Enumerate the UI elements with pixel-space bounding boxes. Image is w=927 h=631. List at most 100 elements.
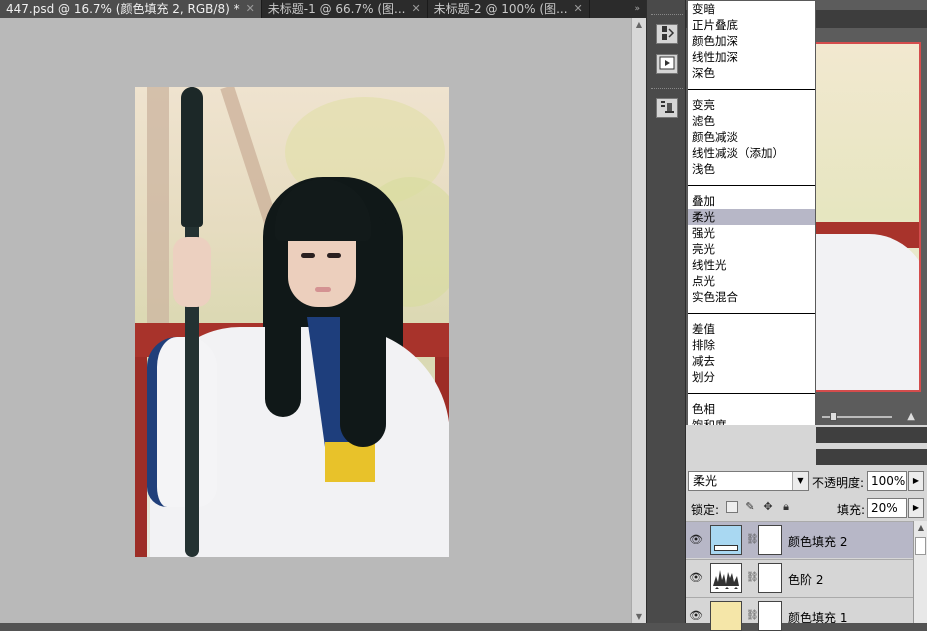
blend-mode-option[interactable]: 差值 bbox=[688, 321, 815, 337]
blend-mode-option[interactable]: 颜色减淡 bbox=[688, 129, 815, 145]
history-icon[interactable] bbox=[656, 24, 678, 44]
fill-field[interactable]: 20% bbox=[867, 498, 907, 518]
layer-name: 颜色填充 1 bbox=[788, 611, 848, 625]
scroll-down-icon[interactable]: ▼ bbox=[634, 612, 644, 621]
link-icon[interactable]: ⛓ bbox=[746, 610, 759, 621]
blend-mode-option[interactable]: 浅色 bbox=[688, 161, 815, 177]
blend-mode-option[interactable]: 线性减淡（添加） bbox=[688, 145, 815, 161]
layer-row[interactable]: 👁︎ ⛓ 颜色填充 2 bbox=[686, 521, 913, 558]
zoom-in-icon[interactable]: ▲ bbox=[907, 411, 915, 422]
navigator-zoom-slider[interactable]: ▲ bbox=[816, 410, 927, 424]
dock-grip[interactable] bbox=[651, 88, 683, 92]
blend-mode-option[interactable]: 滤色 bbox=[688, 113, 815, 129]
layer-thumbnail bbox=[710, 563, 742, 593]
layer-thumbnail bbox=[710, 601, 742, 631]
blend-mode-option[interactable]: 实色混合 bbox=[688, 289, 815, 305]
close-icon[interactable]: ✕ bbox=[411, 0, 420, 18]
layer-row[interactable]: 👁︎ ⛓ 颜色填充 1 bbox=[686, 597, 913, 631]
scrollbar-thumb[interactable] bbox=[915, 537, 926, 555]
layer-mask-thumbnail[interactable] bbox=[758, 601, 782, 631]
blend-mode-option[interactable]: 线性加深 bbox=[688, 49, 815, 65]
background-tree bbox=[147, 87, 169, 347]
layers-panel-header bbox=[816, 449, 927, 465]
blend-mode-option-selected[interactable]: 柔光 bbox=[688, 209, 815, 225]
eye-icon[interactable]: 👁︎ bbox=[688, 532, 704, 548]
blend-mode-option[interactable]: 变暗 bbox=[688, 1, 815, 17]
spear-head bbox=[181, 87, 203, 227]
fill-label: 填充: bbox=[837, 503, 866, 517]
blend-mode-option[interactable]: 色相 bbox=[688, 401, 815, 417]
slider-knob[interactable] bbox=[830, 412, 837, 421]
tab-overflow-icon[interactable]: » bbox=[634, 0, 640, 18]
lock-all-icon[interactable]: 🔒︎ bbox=[780, 501, 792, 513]
blend-mode-option[interactable]: 颜色加深 bbox=[688, 33, 815, 49]
menu-separator bbox=[688, 89, 815, 90]
eye-icon[interactable]: 👁︎ bbox=[688, 608, 704, 624]
blend-mode-option[interactable]: 深色 bbox=[688, 65, 815, 81]
tab-label: 未标题-1 @ 66.7% (图... bbox=[267, 2, 406, 16]
lock-label: 锁定: bbox=[691, 503, 720, 517]
chevron-down-icon[interactable]: ▼ bbox=[792, 472, 808, 490]
yellow-sash bbox=[325, 442, 375, 482]
menu-separator bbox=[688, 313, 815, 314]
document-tab-untitled-2[interactable]: 未标题-2 @ 100% (图... ✕ bbox=[428, 0, 590, 18]
menu-separator bbox=[688, 185, 815, 186]
eye-icon[interactable]: 👁︎ bbox=[688, 570, 704, 586]
lock-move-icon[interactable]: ✥ bbox=[762, 501, 774, 513]
document-tab-untitled-1[interactable]: 未标题-1 @ 66.7% (图... ✕ bbox=[262, 0, 428, 18]
blend-mode-option[interactable]: 变亮 bbox=[688, 97, 815, 113]
close-icon[interactable]: ✕ bbox=[246, 0, 255, 18]
blend-mode-option[interactable]: 强光 bbox=[688, 225, 815, 241]
canvas-scrollbar[interactable]: ▲ ▼ bbox=[631, 18, 646, 623]
blend-options-row: 柔光 ▼ 不透明度: 100% ▶ bbox=[686, 469, 927, 493]
close-icon[interactable]: ✕ bbox=[574, 0, 583, 18]
layers-scrollbar[interactable]: ▲ bbox=[913, 521, 927, 623]
fill-layer-icon bbox=[714, 545, 738, 551]
lips bbox=[315, 287, 331, 292]
eye bbox=[327, 253, 341, 258]
panel-header-bar bbox=[816, 427, 927, 443]
lock-brush-icon[interactable]: ✎ bbox=[744, 501, 756, 513]
tool-presets-icon[interactable] bbox=[656, 98, 678, 118]
scroll-up-icon[interactable]: ▲ bbox=[634, 20, 644, 29]
blend-mode-option[interactable]: 划分 bbox=[688, 369, 815, 385]
lock-transparency-icon[interactable] bbox=[726, 501, 738, 513]
blend-mode-option[interactable]: 亮光 bbox=[688, 241, 815, 257]
collapsed-panel-dock bbox=[646, 0, 686, 623]
document-tab-447[interactable]: 447.psd @ 16.7% (颜色填充 2, RGB/8) * ✕ bbox=[0, 0, 262, 18]
layer-mask-thumbnail[interactable] bbox=[758, 563, 782, 593]
dock-grip[interactable] bbox=[651, 14, 683, 18]
blend-mode-select[interactable]: 柔光 ▼ bbox=[688, 471, 809, 491]
levels-histogram-icon bbox=[713, 570, 739, 589]
opacity-label: 不透明度: bbox=[812, 476, 865, 490]
fill-arrow-icon[interactable]: ▶ bbox=[908, 498, 924, 518]
link-icon[interactable]: ⛓ bbox=[746, 534, 759, 545]
document-tab-bar: 447.psd @ 16.7% (颜色填充 2, RGB/8) * ✕ 未标题-… bbox=[0, 0, 646, 18]
layer-name: 色阶 2 bbox=[788, 573, 824, 587]
canvas-area[interactable] bbox=[0, 18, 631, 623]
opacity-arrow-icon[interactable]: ▶ bbox=[908, 471, 924, 491]
layer-mask-thumbnail[interactable] bbox=[758, 525, 782, 555]
document-photo[interactable] bbox=[135, 87, 449, 557]
tab-label: 447.psd @ 16.7% (颜色填充 2, RGB/8) * bbox=[6, 2, 240, 16]
lock-fill-row: 锁定: ✎ ✥ 🔒︎ 填充: 20% ▶ bbox=[686, 496, 927, 520]
blend-mode-option[interactable]: 减去 bbox=[688, 353, 815, 369]
blend-mode-option[interactable]: 排除 bbox=[688, 337, 815, 353]
blend-mode-option[interactable]: 正片叠底 bbox=[688, 17, 815, 33]
tab-label: 未标题-2 @ 100% (图... bbox=[433, 2, 568, 16]
actions-play-icon[interactable] bbox=[656, 54, 678, 74]
layer-name: 颜色填充 2 bbox=[788, 535, 848, 549]
robe-sleeve bbox=[147, 337, 217, 507]
blend-mode-option[interactable]: 叠加 bbox=[688, 193, 815, 209]
hand bbox=[173, 237, 211, 307]
layer-thumbnail bbox=[710, 525, 742, 555]
red-bench bbox=[135, 357, 147, 557]
link-icon[interactable]: ⛓ bbox=[746, 572, 759, 583]
blend-mode-option[interactable]: 线性光 bbox=[688, 257, 815, 273]
blend-mode-option[interactable]: 点光 bbox=[688, 273, 815, 289]
layer-row[interactable]: 👁︎ ⛓ 色阶 2 bbox=[686, 559, 913, 596]
opacity-field[interactable]: 100% bbox=[867, 471, 907, 491]
menu-separator bbox=[688, 393, 815, 394]
blend-mode-value: 柔光 bbox=[693, 474, 718, 488]
scroll-up-icon[interactable]: ▲ bbox=[916, 523, 926, 533]
